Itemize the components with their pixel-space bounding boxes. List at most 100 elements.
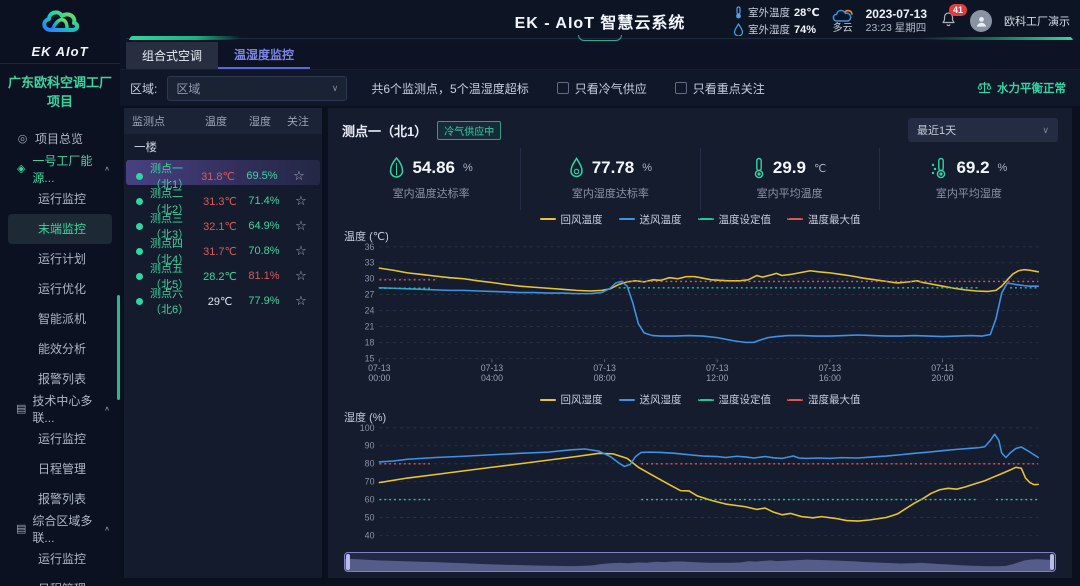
sidebar-item-smart-dispatch[interactable]: 智能派机 (0, 304, 120, 334)
svg-text:15: 15 (365, 353, 375, 363)
checkbox-box (557, 82, 569, 94)
point-hum: 71.4% (242, 195, 286, 207)
series-送风温度 (379, 281, 1038, 342)
chevron-up-icon: ∧ (104, 525, 110, 532)
notifications-button[interactable]: 41 (941, 11, 956, 32)
datazoom-handle-left[interactable] (346, 554, 350, 570)
sidebar-item-terminal-monitor[interactable]: 末端监控 (8, 214, 112, 244)
sidebar-item-alarm-list-2[interactable]: 报警列表 (0, 484, 120, 514)
series-送风湿度 (379, 434, 1038, 466)
svg-text:07-13: 07-13 (368, 363, 391, 373)
time-weekday-value: 23:23 星期四 (866, 22, 927, 35)
point-row-2[interactable]: 测点二（北2） 31.3℃ 71.4% ☆ (124, 185, 322, 210)
legend-item[interactable]: 送风湿度 (619, 392, 682, 407)
time-range-select[interactable]: 最近1天 ∨ (908, 118, 1058, 142)
status-dot (136, 173, 143, 180)
sidebar-group-label: 技术中心多联... (32, 392, 98, 426)
legend-item[interactable]: 湿度设定值 (698, 392, 772, 407)
sidebar-group-region[interactable]: ▤ 综合区域多联... ∧ (0, 514, 120, 544)
follow-star-icon[interactable]: ☆ (284, 168, 314, 184)
top-header: EK - AIoT 智慧云系统 室外温度 28℃ (120, 0, 1080, 42)
point-row-5[interactable]: 测点五（北5） 28.2℃ 81.1% ☆ (124, 260, 322, 285)
area-label: 区域: (130, 80, 157, 97)
legend-item[interactable]: 送风温度 (619, 212, 682, 227)
datazoom-handle-right[interactable] (1050, 554, 1054, 570)
svg-text:16:00: 16:00 (819, 373, 841, 383)
sidebar-group-label: 综合区域多联... (32, 512, 98, 546)
humidity-axis-title: 湿度 (%) (342, 409, 1058, 423)
kpi-label: 室内平均湿度 (936, 185, 1002, 201)
sidebar-item-run-monitor-1[interactable]: 运行监控 (0, 184, 120, 214)
svg-text:30: 30 (365, 274, 375, 284)
chevron-down-icon: ∨ (1042, 125, 1049, 136)
gridlines: 405060708090100 (360, 423, 1038, 540)
sidebar-group-label: 一号工厂能源... (32, 152, 98, 186)
point-row-3[interactable]: 测点三（北3） 32.1℃ 64.9% ☆ (124, 210, 322, 235)
checkbox-followed-only[interactable]: 只看重点关注 (675, 80, 765, 97)
kpi-temp-compliance: 54.86 % 室内温度达标率 (342, 148, 521, 210)
point-row-6[interactable]: 测点六（北6） 29℃ 77.9% ☆ (124, 285, 322, 310)
follow-star-icon[interactable]: ☆ (286, 293, 316, 309)
cloudy-icon (832, 8, 854, 23)
sidebar-group-factory1-energy[interactable]: ◈ 一号工厂能源... ∧ (0, 154, 120, 184)
kpi-value: 29.9 (773, 158, 806, 178)
legend-item[interactable]: 回风湿度 (540, 392, 603, 407)
follow-star-icon[interactable]: ☆ (286, 243, 316, 259)
svg-text:40: 40 (365, 530, 375, 540)
droplet-icon (569, 157, 584, 179)
svg-text:07-13: 07-13 (819, 363, 842, 373)
svg-text:33: 33 (365, 258, 375, 268)
sidebar-item-run-monitor-2[interactable]: 运行监控 (0, 424, 120, 454)
tab-combined-ac[interactable]: 组合式空调 (126, 42, 218, 69)
checkbox-cooling-only[interactable]: 只看冷气供应 (557, 80, 647, 97)
sidebar-item-schedule-2[interactable]: 日程管理 (0, 454, 120, 484)
chevron-up-icon: ∧ (104, 165, 110, 172)
point-hum: 64.9% (242, 220, 286, 232)
hydraulic-balance-status: 水力平衡正常 (977, 80, 1066, 96)
legend-swatch (540, 218, 556, 220)
humidity-chart[interactable]: 405060708090100 (342, 423, 1058, 542)
legend-item[interactable]: 温度最大值 (787, 212, 861, 227)
kpi-unit: % (642, 162, 652, 174)
follow-star-icon[interactable]: ☆ (286, 268, 316, 284)
datazoom-slider[interactable] (344, 552, 1056, 572)
follow-star-icon[interactable]: ☆ (286, 193, 316, 209)
tab-temp-humidity-monitor[interactable]: 温湿度监控 (218, 42, 310, 69)
sidebar-scrollbar[interactable] (117, 295, 120, 400)
temperature-chart[interactable]: 151821242730333607-1300:0007-1304:0007-1… (342, 242, 1058, 385)
point-row-1[interactable]: 测点一（北1） 31.8℃ 69.5% ☆ (126, 160, 320, 185)
series-回风温度 (379, 268, 1038, 291)
user-icon (975, 15, 988, 28)
floor-group-label[interactable]: 一楼 (124, 134, 322, 160)
follow-star-icon[interactable]: ☆ (286, 218, 316, 234)
avatar[interactable] (970, 10, 992, 32)
outdoor-hum-value: 74% (794, 24, 816, 36)
content: 监测点 温度 湿度 关注 一楼 测点一（北1） 31.8℃ 69.5% ☆ 测点… (120, 106, 1080, 586)
legend-item[interactable]: 温度设定值 (698, 212, 772, 227)
cooling-status-badge: 冷气供应中 (437, 121, 501, 140)
svg-text:80: 80 (365, 458, 375, 468)
kpi-value: 77.78 (592, 158, 635, 178)
area-select[interactable]: 区域 ∨ (167, 76, 347, 101)
legend-item[interactable]: 湿度最大值 (787, 392, 861, 407)
sidebar-item-overview[interactable]: ◎ 项目总览 (0, 124, 120, 154)
legend-label: 温度最大值 (808, 212, 861, 227)
outdoor-weather: 室外温度 28℃ 室外湿度 74% (733, 5, 820, 37)
sidebar-item-schedule-3[interactable]: 日程管理 (0, 574, 120, 586)
outdoor-hum-label: 室外湿度 (748, 22, 790, 37)
kpi-unit: ℃ (814, 162, 826, 175)
sidebar-item-energy-analysis[interactable]: 能效分析 (0, 334, 120, 364)
sidebar-item-run-optimize[interactable]: 运行优化 (0, 274, 120, 304)
sidebar-group-tech-center[interactable]: ▤ 技术中心多联... ∧ (0, 394, 120, 424)
legend-item[interactable]: 回风温度 (540, 212, 603, 227)
col-hum: 湿度 (238, 113, 282, 129)
legend-swatch (619, 399, 635, 401)
kpi-avg-temp: 29.9 ℃ 室内平均温度 (701, 148, 880, 210)
sidebar-item-alarm-list-1[interactable]: 报警列表 (0, 364, 120, 394)
checkbox-label: 只看冷气供应 (575, 80, 647, 97)
sidebar-item-run-plan[interactable]: 运行计划 (0, 244, 120, 274)
sidebar-item-run-monitor-3[interactable]: 运行监控 (0, 544, 120, 574)
svg-text:04:00: 04:00 (481, 373, 503, 383)
datazoom-area (345, 553, 1051, 571)
point-row-4[interactable]: 测点四（北4） 31.7℃ 70.8% ☆ (124, 235, 322, 260)
